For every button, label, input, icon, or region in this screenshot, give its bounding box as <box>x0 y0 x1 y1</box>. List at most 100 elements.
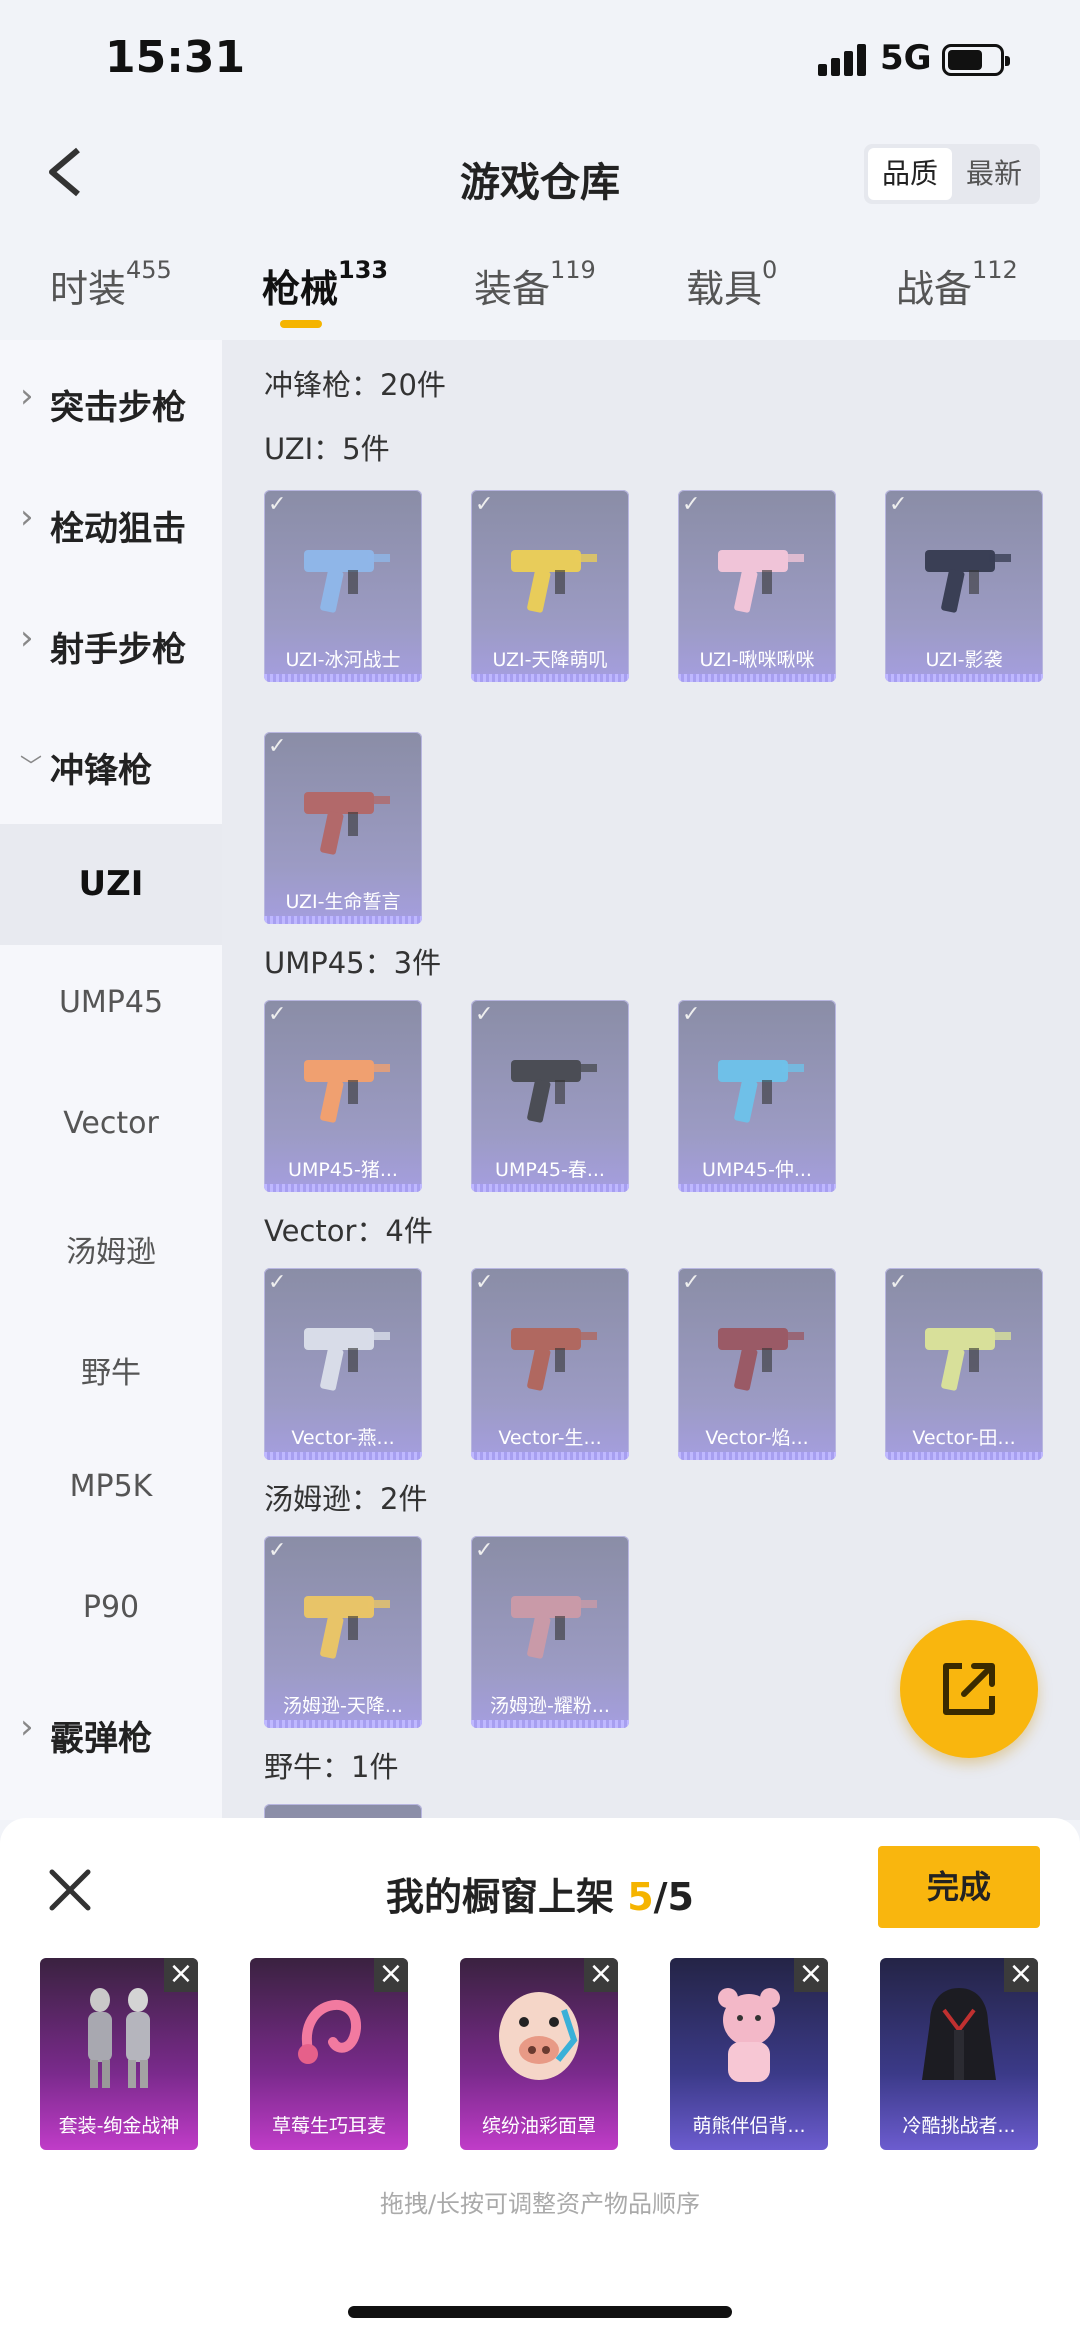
sidebar-item[interactable]: UZI <box>0 824 222 945</box>
quality-bar <box>885 674 1043 682</box>
tab-guns[interactable]: 枪械133 <box>262 256 388 313</box>
showcase-item[interactable]: × 缤纷油彩面罩 <box>460 1958 618 2150</box>
showcase-item-name: 冷酷挑战者... <box>902 2115 1016 2137</box>
showcase-item-name: 缤纷油彩面罩 <box>481 2115 596 2137</box>
weapon-name: UMP45-春... <box>495 1159 605 1181</box>
gun-image <box>501 1566 601 1676</box>
weapon-name: Vector-燕... <box>291 1427 395 1449</box>
sidebar-item[interactable]: › 霰弹枪 <box>0 1671 222 1792</box>
checkmark-icon: ✓ <box>268 492 287 517</box>
gun-image <box>501 1298 601 1408</box>
remove-item-button[interactable]: × <box>164 1958 198 1992</box>
quality-bar <box>264 1452 422 1460</box>
weapon-card[interactable]: ✓ UZI-生命誓言 <box>264 732 422 924</box>
showcase-item-name: 草莓生巧耳麦 <box>271 2115 386 2137</box>
showcase-item[interactable]: × 冷酷挑战者... <box>880 1958 1038 2150</box>
sidebar-item[interactable]: 野牛 <box>0 1308 222 1429</box>
gun-image <box>294 762 394 872</box>
sidebar-item[interactable]: P90 <box>0 1550 222 1671</box>
remove-item-button[interactable]: × <box>374 1958 408 1992</box>
share-button[interactable] <box>900 1620 1038 1758</box>
sidebar-item[interactable]: › 栓动狙击 <box>0 461 222 582</box>
sidebar-item[interactable]: › 射手步枪 <box>0 582 222 703</box>
sidebar-item[interactable]: MP5K <box>0 1429 222 1550</box>
weapon-card[interactable]: ✓ Vector-生... <box>471 1268 629 1460</box>
showcase-item[interactable]: × 套装-绚金战神 <box>40 1958 198 2150</box>
weapon-card[interactable]: ✓ UZI-天降萌叽 <box>471 490 629 682</box>
tab-vehicles[interactable]: 载具0 <box>686 256 777 313</box>
remove-item-button[interactable]: × <box>1004 1958 1038 1992</box>
weapon-card[interactable]: ✓ UMP45-仲... <box>678 1000 836 1192</box>
section-header: UMP45：3件 <box>264 946 442 980</box>
item-image <box>908 1980 1010 2092</box>
checkmark-icon: ✓ <box>268 734 287 759</box>
quality-bar <box>678 1452 836 1460</box>
category-header: 冲锋枪：20件 <box>264 368 446 402</box>
chevron-right-icon: › <box>20 376 34 416</box>
weapon-card[interactable]: ✓ 汤姆逊-耀粉... <box>471 1536 629 1728</box>
sidebar-item-label: 栓动狙击 <box>50 509 186 549</box>
battery-icon <box>942 44 1010 76</box>
checkmark-icon: ✓ <box>475 492 494 517</box>
sidebar-item-label: UMP45 <box>58 985 164 1020</box>
sidebar-item-label: Vector <box>63 1106 159 1141</box>
weapon-card[interactable]: ✓ Vector-焰... <box>678 1268 836 1460</box>
sort-toggle: 品质 最新 <box>864 144 1040 204</box>
chevron-right-icon: › <box>20 497 34 537</box>
weapon-card[interactable]: ✓ 汤姆逊-天降... <box>264 1536 422 1728</box>
tab-count: 112 <box>972 256 1018 284</box>
done-button[interactable]: 完成 <box>878 1846 1040 1928</box>
weapon-name: UZI-影袭 <box>925 649 1003 671</box>
sort-quality-button[interactable]: 品质 <box>868 148 952 200</box>
weapon-card[interactable]: ✓ UMP45-春... <box>471 1000 629 1192</box>
sidebar-item[interactable]: ﹀ 冲锋枪 <box>0 703 222 824</box>
item-image <box>488 1980 590 2092</box>
sidebar-item-label: MP5K <box>69 1469 153 1504</box>
sidebar-item[interactable]: › 突击步枪 <box>0 340 222 461</box>
showcase-item[interactable]: × 萌熊伴侣背... <box>670 1958 828 2150</box>
quality-bar <box>264 916 422 924</box>
sidebar-item-label: 汤姆逊 <box>66 1235 156 1270</box>
status-time: 15:31 <box>105 32 246 83</box>
quality-bar <box>264 1720 422 1728</box>
tab-supplies[interactable]: 战备112 <box>896 256 1018 313</box>
tab-fashion[interactable]: 时装455 <box>50 256 172 313</box>
gun-image <box>915 520 1015 630</box>
showcase-item-name: 套装-绚金战神 <box>58 2115 180 2137</box>
sidebar-item-label: 野牛 <box>81 1356 141 1391</box>
checkmark-icon: ✓ <box>682 492 701 517</box>
checkmark-icon: ✓ <box>682 1270 701 1295</box>
remove-item-button[interactable]: × <box>584 1958 618 1992</box>
quality-bar <box>471 1184 629 1192</box>
sidebar-item[interactable]: UMP45 <box>0 945 222 1066</box>
showcase-item[interactable]: × 草莓生巧耳麦 <box>250 1958 408 2150</box>
weapon-card[interactable]: ✓ UMP45-猪... <box>264 1000 422 1192</box>
tab-label: 战备 <box>896 267 973 311</box>
sort-latest-button[interactable]: 最新 <box>952 148 1036 200</box>
share-icon <box>943 1663 995 1715</box>
quality-bar <box>471 1720 629 1728</box>
weapon-card[interactable]: ✓ Vector-燕... <box>264 1268 422 1460</box>
showcase-item-name: 萌熊伴侣背... <box>692 2115 806 2137</box>
checkmark-icon: ✓ <box>475 1002 494 1027</box>
reorder-hint: 拖拽/长按可调整资产物品顺序 <box>379 2190 701 2218</box>
checkmark-icon: ✓ <box>682 1002 701 1027</box>
weapon-name: 汤姆逊-天降... <box>283 1695 403 1717</box>
remove-item-button[interactable]: × <box>794 1958 828 1992</box>
chevron-down-icon: ﹀ <box>20 755 43 780</box>
gun-image <box>708 1030 808 1140</box>
showcase-title-text: 我的橱窗上架 <box>385 1875 628 1919</box>
tab-equipment[interactable]: 装备119 <box>474 256 596 313</box>
weapon-card[interactable]: ✓ Vector-田... <box>885 1268 1043 1460</box>
weapon-card[interactable]: ✓ UZI-冰河战士 <box>264 490 422 682</box>
tab-label: 载具 <box>686 267 763 311</box>
weapon-card[interactable]: ✓ UZI-影袭 <box>885 490 1043 682</box>
network-label: 5G <box>880 38 932 78</box>
home-indicator <box>348 2306 732 2318</box>
category-tabs: 时装455 枪械133 装备119 载具0 战备112 <box>0 230 1080 340</box>
weapon-name: Vector-生... <box>498 1427 602 1449</box>
sidebar-item[interactable]: Vector <box>0 1066 222 1187</box>
quality-bar <box>885 1452 1043 1460</box>
weapon-card[interactable]: ✓ UZI-啾咪啾咪 <box>678 490 836 682</box>
sidebar-item[interactable]: 汤姆逊 <box>0 1187 222 1308</box>
